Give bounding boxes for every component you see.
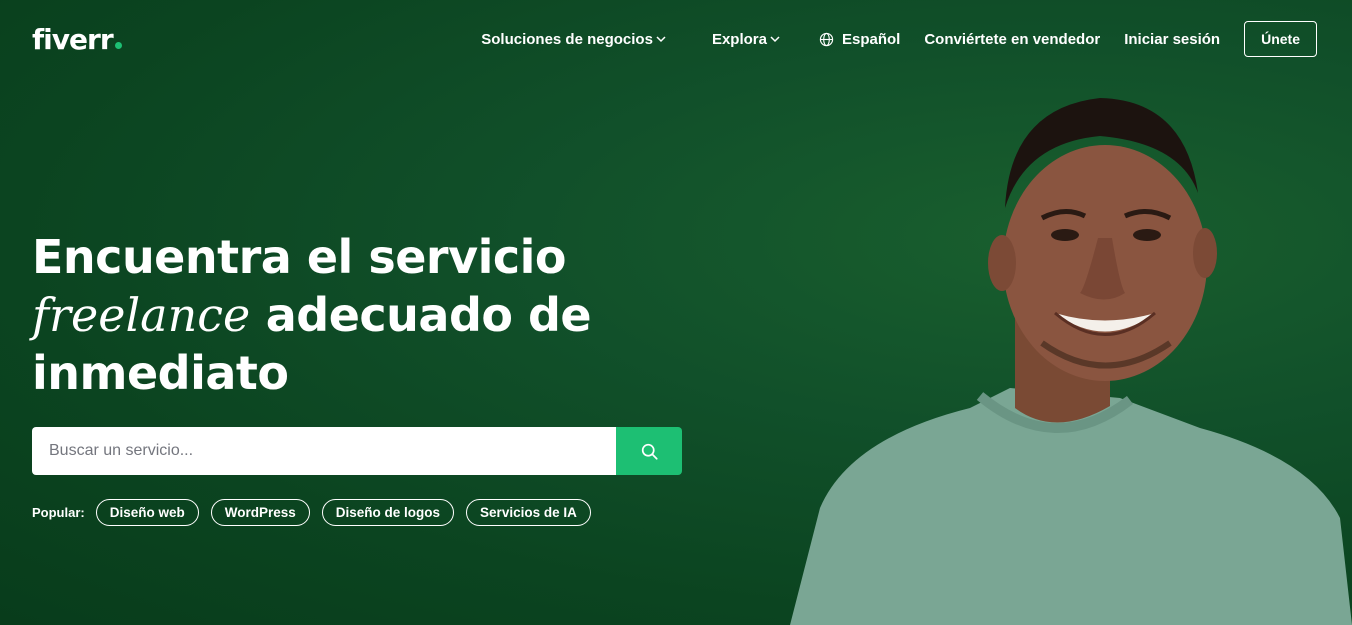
popular-tag-web-design[interactable]: Diseño web [95, 499, 199, 526]
popular-tag-wordpress[interactable]: WordPress [210, 499, 310, 526]
headline-line-2: adecuado de [250, 288, 592, 342]
nav-business-solutions-label: Soluciones de negocios [481, 30, 653, 48]
nav-business-solutions[interactable]: Soluciones de negocios [481, 31, 667, 48]
join-button[interactable]: Únete [1244, 21, 1317, 57]
popular-label: Popular: [32, 505, 85, 520]
headline-italic-word: freelance [32, 288, 251, 342]
nav-language[interactable]: Español [819, 31, 900, 48]
chevron-down-icon [656, 36, 666, 43]
headline-line-3: inmediato [32, 346, 289, 400]
nav-sign-in[interactable]: Iniciar sesión [1124, 31, 1220, 48]
search-input[interactable] [32, 427, 616, 475]
popular-searches: Popular: Diseño web WordPress Diseño de … [32, 499, 603, 526]
nav-become-seller[interactable]: Conviértete en vendedor [924, 31, 1100, 48]
search-bar [32, 427, 682, 475]
top-navigation: fiverr Soluciones de negocios Explora Es… [0, 0, 1352, 78]
main-nav: Soluciones de negocios Explora Español C… [481, 21, 1317, 57]
chevron-down-icon [770, 36, 780, 43]
hero-section: fiverr Soluciones de negocios Explora Es… [0, 0, 1352, 625]
hero-headline: Encuentra el servicio freelance adecuado… [32, 228, 592, 402]
logo-dot [114, 41, 122, 49]
nav-language-label: Español [841, 30, 901, 48]
nav-explore-label: Explora [711, 30, 767, 48]
logo-text: fiverr [32, 22, 114, 56]
popular-tag-logo-design[interactable]: Diseño de logos [321, 499, 455, 526]
headline-line-1: Encuentra el servicio [32, 230, 567, 284]
popular-tag-ai-services[interactable]: Servicios de IA [466, 499, 591, 526]
fiverr-logo[interactable]: fiverr [32, 23, 122, 56]
hero-person-image [790, 98, 1352, 625]
globe-icon [819, 32, 834, 46]
nav-explore[interactable]: Explora [712, 31, 781, 48]
search-icon [641, 443, 658, 460]
search-button[interactable] [616, 427, 682, 475]
